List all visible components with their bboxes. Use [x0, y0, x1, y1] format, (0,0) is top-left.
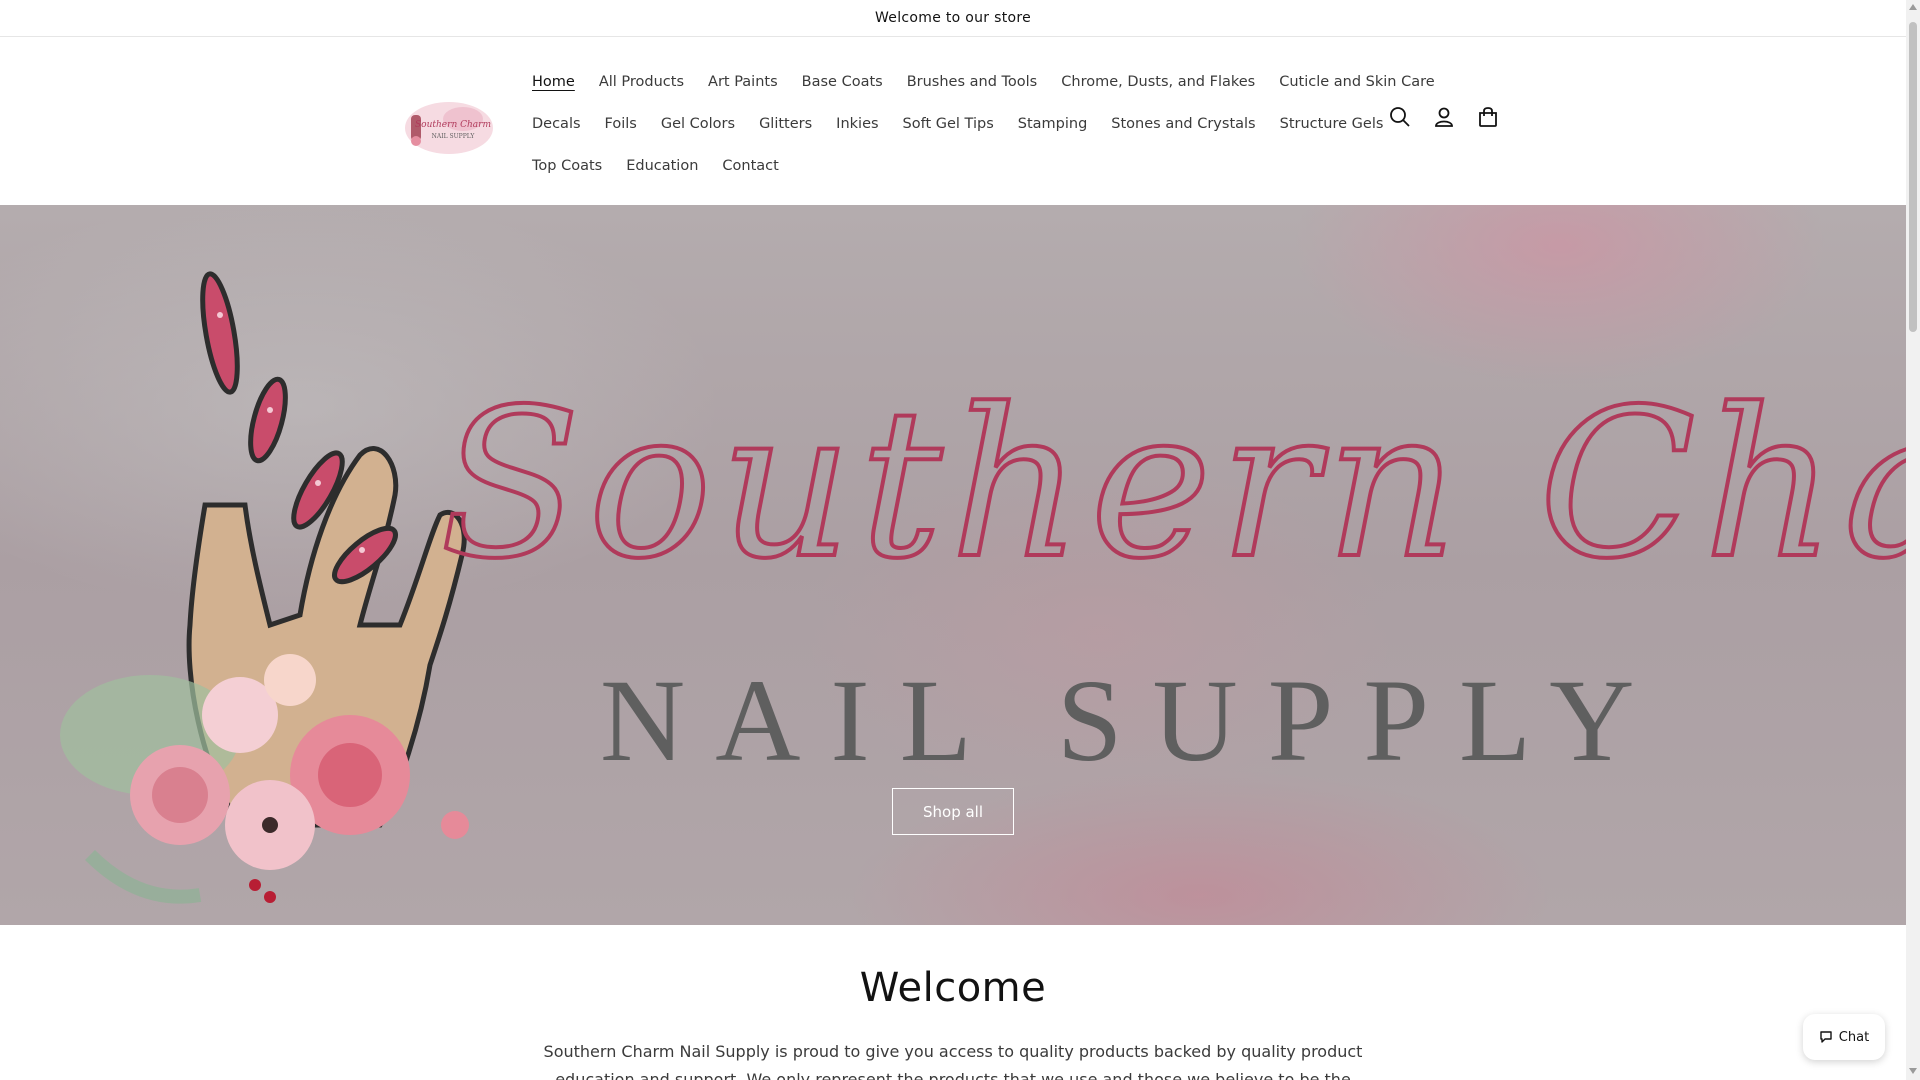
search-icon[interactable] [1388, 105, 1412, 129]
nav-item-foils[interactable]: Foils [605, 116, 637, 132]
nav-item-stamping[interactable]: Stamping [1018, 116, 1088, 132]
account-icon[interactable] [1432, 105, 1456, 129]
nav-row-3: Top Coats Education Contact [520, 145, 1360, 187]
nav-item-cuticle-skin-care[interactable]: Cuticle and Skin Care [1279, 74, 1434, 90]
chat-label: Chat [1838, 1029, 1870, 1045]
cart-icon[interactable] [1476, 105, 1500, 129]
nav-item-structure-gels[interactable]: Structure Gels [1280, 116, 1384, 132]
hero-block-text: NAIL SUPPLY [600, 655, 1665, 786]
header-icons [1388, 105, 1500, 129]
main-navigation: Home All Products Art Paints Base Coats … [520, 61, 1435, 187]
welcome-text: Southern Charm Nail Supply is proud to g… [543, 1042, 1363, 1080]
logo-block-text: NAIL SUPPLY [432, 133, 476, 140]
nav-item-all-products[interactable]: All Products [599, 74, 684, 90]
hero-script-text: Southern Charm [440, 366, 1906, 604]
nav-item-decals[interactable]: Decals [532, 116, 581, 132]
nav-item-soft-gel-tips[interactable]: Soft Gel Tips [903, 116, 994, 132]
announcement-bar: Welcome to our store [0, 0, 1906, 37]
nav-item-stones-and-crystals[interactable]: Stones and Crystals [1111, 116, 1255, 132]
nav-item-contact[interactable]: Contact [722, 158, 778, 174]
scrollbar-thumb[interactable] [1909, 22, 1917, 332]
announcement-text: Welcome to our store [874, 10, 1032, 26]
welcome-heading: Welcome [859, 965, 1047, 1011]
chat-bubble-icon [1820, 1031, 1832, 1043]
nav-item-glitters[interactable]: Glitters [759, 116, 812, 132]
nav-item-education[interactable]: Education [626, 158, 698, 174]
nav-row-2: Decals Foils Gel Colors Glitters Inkies … [520, 103, 1383, 145]
nav-item-gel-colors[interactable]: Gel Colors [661, 116, 735, 132]
nav-item-base-coats[interactable]: Base Coats [802, 74, 883, 90]
scroll-up-arrow-icon[interactable] [1909, 4, 1917, 10]
nav-item-home[interactable]: Home [532, 74, 575, 90]
shop-all-button[interactable]: Shop all [892, 788, 1014, 835]
nav-row-1: Home All Products Art Paints Base Coats … [520, 61, 1435, 103]
nav-item-inkies[interactable]: Inkies [836, 116, 878, 132]
site-header: Southern Charm NAIL SUPPLY Home All Prod… [0, 37, 1906, 205]
logo-script-text: Southern Charm [415, 120, 491, 130]
chat-button[interactable]: Chat [1803, 1014, 1885, 1060]
store-logo[interactable]: Southern Charm NAIL SUPPLY [403, 97, 495, 159]
scroll-down-arrow-icon[interactable] [1909, 1068, 1917, 1074]
nav-item-chrome-dusts-flakes[interactable]: Chrome, Dusts, and Flakes [1061, 74, 1255, 90]
logo-image: Southern Charm NAIL SUPPLY [405, 102, 493, 154]
hero-banner: Southern Charm NAIL SUPPLY Shop all [0, 205, 1906, 925]
page-scrollbar[interactable] [1906, 0, 1920, 1080]
nav-item-art-paints[interactable]: Art Paints [708, 74, 778, 90]
nav-item-top-coats[interactable]: Top Coats [532, 158, 602, 174]
nav-item-brushes-and-tools[interactable]: Brushes and Tools [907, 74, 1038, 90]
